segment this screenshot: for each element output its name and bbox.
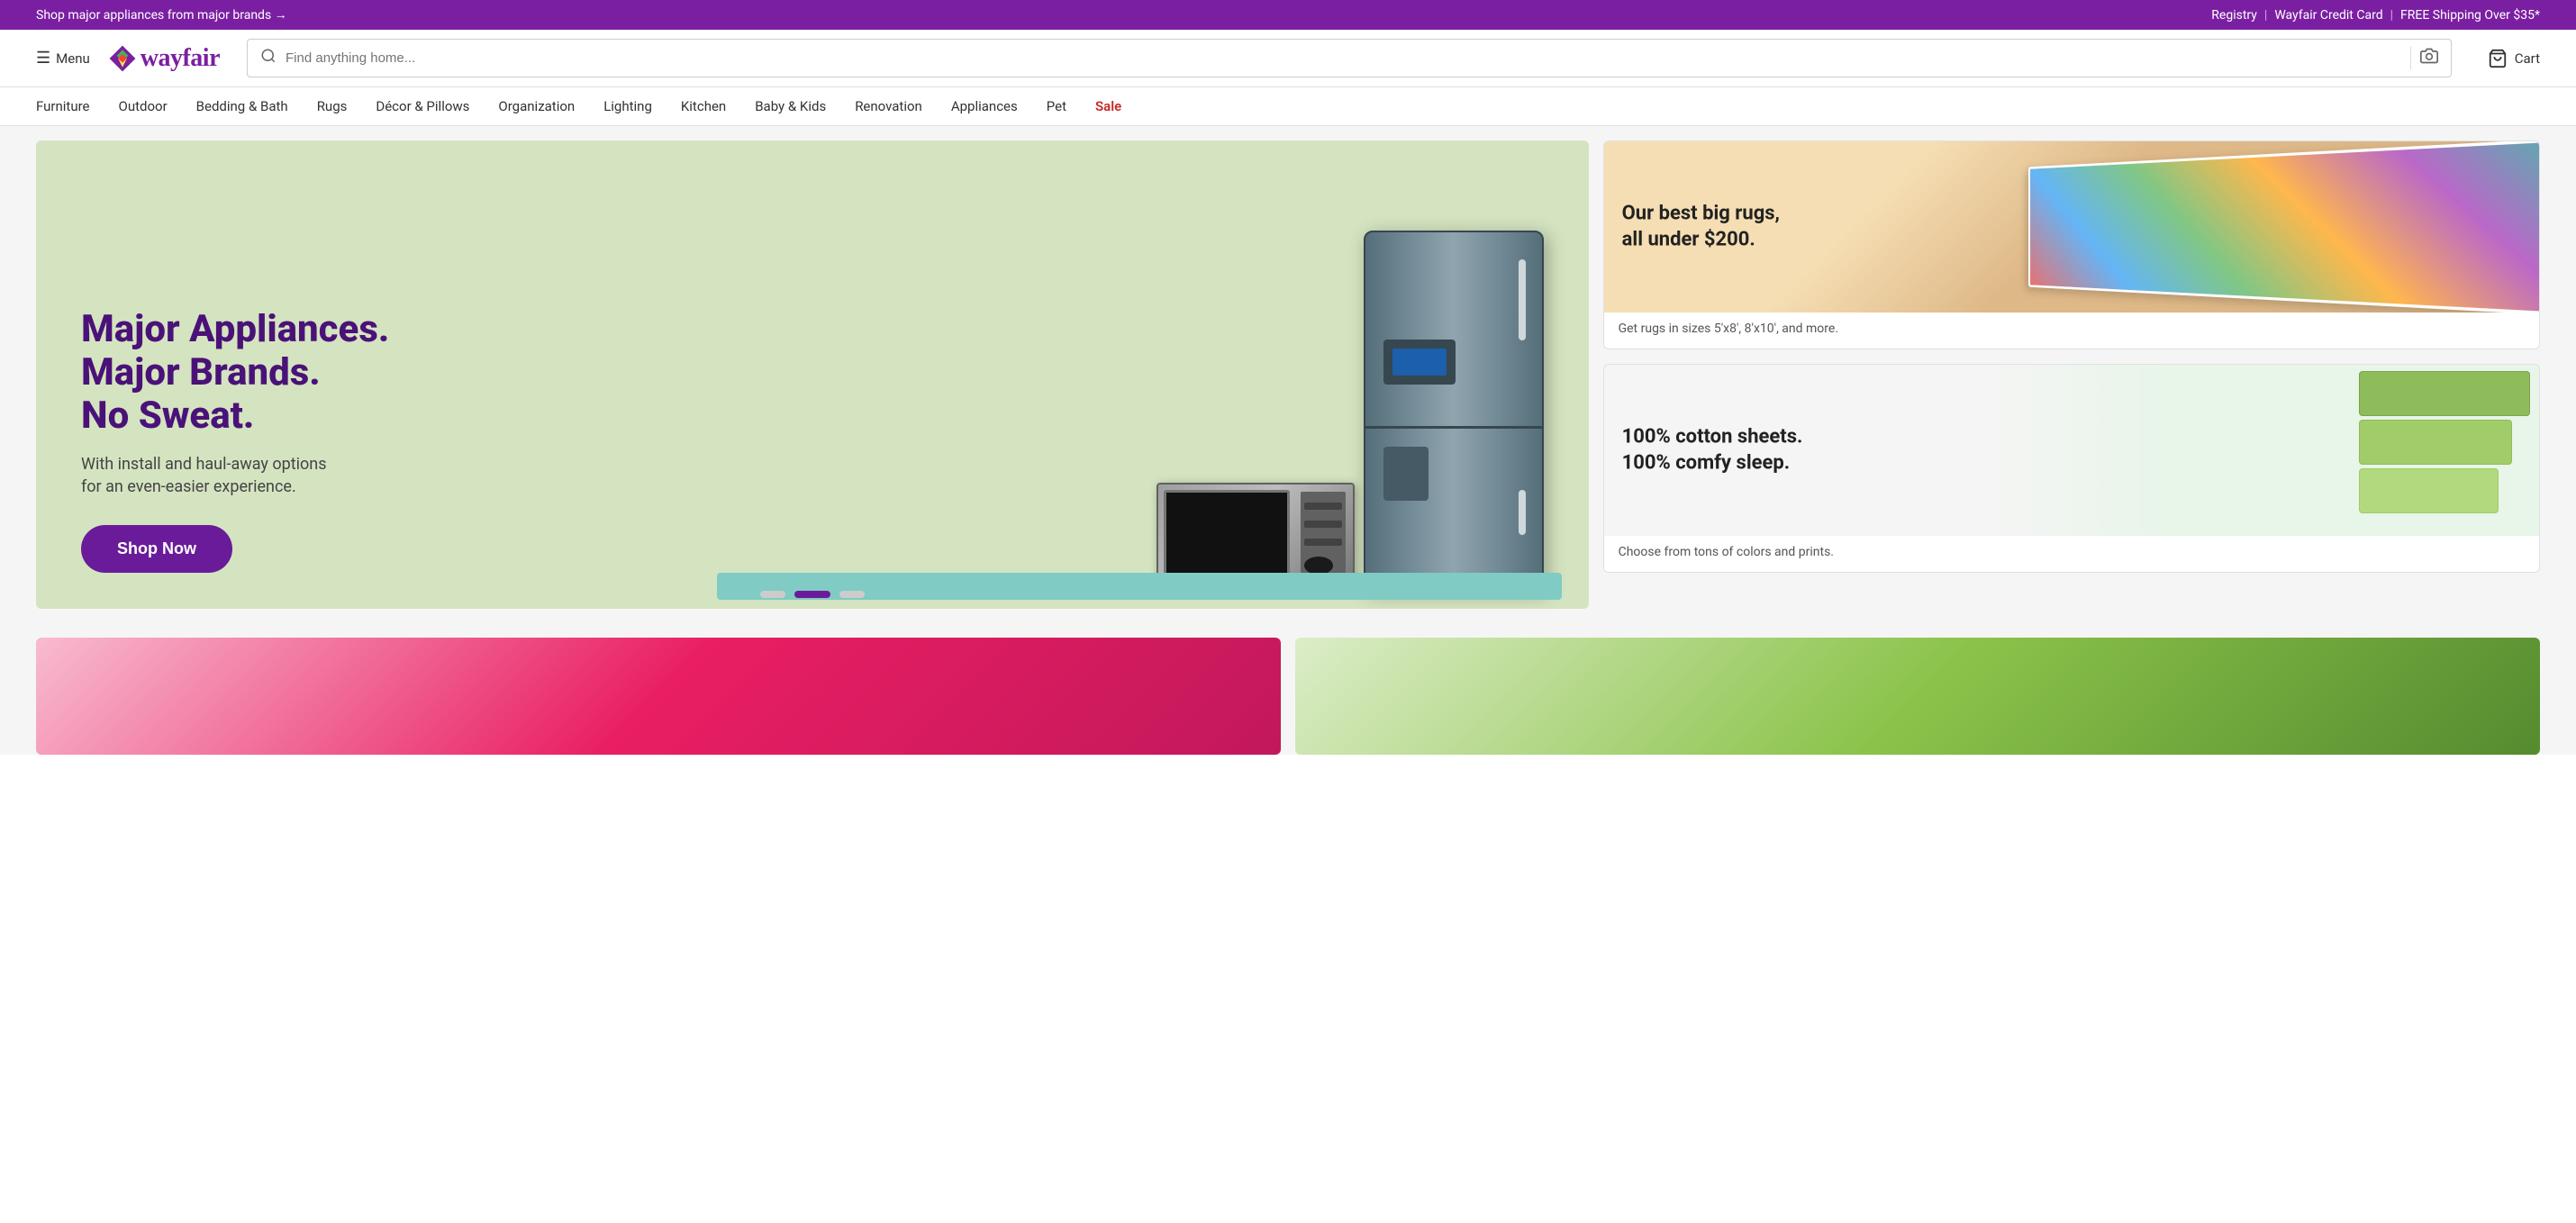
- teaser-card-2[interactable]: [1295, 638, 2540, 755]
- nav-outdoor[interactable]: Outdoor: [119, 98, 168, 114]
- menu-label: Menu: [56, 50, 90, 67]
- nav-baby-kids[interactable]: Baby & Kids: [755, 98, 826, 114]
- top-banner: Shop major appliances from major brands …: [0, 0, 2576, 30]
- hero-side-banners: Our best big rugs,all under $200. Get ru…: [1603, 140, 2540, 609]
- nav-renovation[interactable]: Renovation: [855, 98, 922, 114]
- logo-wordmark: wayfair: [141, 44, 220, 73]
- nav-organization[interactable]: Organization: [498, 98, 575, 114]
- nav-decor-pillows[interactable]: Décor & Pillows: [376, 98, 469, 114]
- logo-diamond-icon: [108, 44, 137, 73]
- rug-banner[interactable]: Our best big rugs,all under $200. Get ru…: [1603, 140, 2540, 349]
- nav-appliances[interactable]: Appliances: [951, 98, 1018, 114]
- hero-subtext: With install and haul-away optionsfor an…: [81, 453, 1544, 498]
- sheets-banner[interactable]: 100% cotton sheets.100% comfy sleep. Cho…: [1603, 364, 2540, 573]
- nav-lighting[interactable]: Lighting: [603, 98, 652, 114]
- hero-main-content: Major Appliances. Major Brands. No Sweat…: [81, 308, 1544, 573]
- wayfair-logo[interactable]: wayfair: [108, 44, 220, 73]
- top-banner-right: Registry | Wayfair Credit Card | FREE Sh…: [2211, 8, 2540, 23]
- teaser-card-1[interactable]: [36, 638, 1281, 755]
- sheets-banner-text-overlay: 100% cotton sheets.100% comfy sleep.: [1622, 424, 1803, 476]
- sheets-visual: [2020, 378, 2530, 522]
- top-banner-promo[interactable]: Shop major appliances from major brands …: [36, 7, 287, 23]
- cart-icon: [2488, 49, 2508, 68]
- hero-headline-line2: Major Brands.: [81, 350, 321, 394]
- divider-1: |: [2264, 8, 2267, 23]
- teaser-row: [0, 623, 2576, 755]
- nav-pet[interactable]: Pet: [1047, 98, 1066, 114]
- registry-link[interactable]: Registry: [2211, 8, 2257, 23]
- carousel-dot-2[interactable]: [794, 591, 830, 598]
- nav-rugs[interactable]: Rugs: [317, 98, 348, 114]
- camera-icon[interactable]: [2410, 47, 2438, 69]
- nav-furniture[interactable]: Furniture: [36, 98, 90, 114]
- shop-now-button[interactable]: Shop Now: [81, 525, 232, 573]
- carousel-dot-3[interactable]: [839, 591, 865, 598]
- sheets-banner-subtext: Choose from tons of colors and prints.: [1604, 536, 2539, 572]
- free-shipping-link[interactable]: FREE Shipping Over $35*: [2400, 8, 2540, 23]
- hamburger-icon: ☰: [36, 49, 50, 68]
- rug-banner-headline: Our best big rugs,all under $200.: [1622, 201, 1780, 252]
- search-input[interactable]: [286, 50, 2401, 66]
- divider-2: |: [2390, 8, 2393, 23]
- site-header: ☰ Menu wayfair: [0, 30, 2576, 87]
- hero-headline-line1: Major Appliances.: [81, 307, 389, 351]
- rug-visual: [2028, 141, 2539, 313]
- sheets-banner-headline: 100% cotton sheets.100% comfy sleep.: [1622, 424, 1803, 476]
- main-nav: Furniture Outdoor Bedding & Bath Rugs Dé…: [0, 87, 2576, 126]
- menu-button[interactable]: ☰ Menu: [36, 49, 90, 68]
- rug-banner-subtext: Get rugs in sizes 5'x8', 8'x10', and mor…: [1604, 313, 2539, 349]
- nav-bedding-bath[interactable]: Bedding & Bath: [196, 98, 288, 114]
- hero-headline-line3: No Sweat.: [81, 394, 254, 438]
- cart-button[interactable]: Cart: [2488, 49, 2540, 68]
- sheets-banner-image: 100% cotton sheets.100% comfy sleep.: [1604, 365, 2539, 536]
- nav-kitchen[interactable]: Kitchen: [681, 98, 726, 114]
- credit-card-link[interactable]: Wayfair Credit Card: [2274, 8, 2382, 23]
- carousel-dots: [36, 580, 1589, 602]
- sheet-stack: [2359, 371, 2530, 513]
- hero-headline: Major Appliances. Major Brands. No Sweat…: [81, 308, 1544, 439]
- nav-sale[interactable]: Sale: [1095, 98, 1121, 114]
- hero-main-banner: Major Appliances. Major Brands. No Sweat…: [36, 140, 1589, 609]
- rug-banner-text-overlay: Our best big rugs,all under $200.: [1622, 201, 1780, 252]
- rug-banner-image: Our best big rugs,all under $200.: [1604, 141, 2539, 313]
- hero-section: Major Appliances. Major Brands. No Sweat…: [0, 126, 2576, 623]
- cart-label: Cart: [2515, 50, 2540, 67]
- search-bar: [247, 39, 2452, 77]
- search-icon: [260, 48, 277, 68]
- carousel-dot-1[interactable]: [760, 591, 785, 598]
- top-banner-left[interactable]: Shop major appliances from major brands …: [36, 7, 287, 23]
